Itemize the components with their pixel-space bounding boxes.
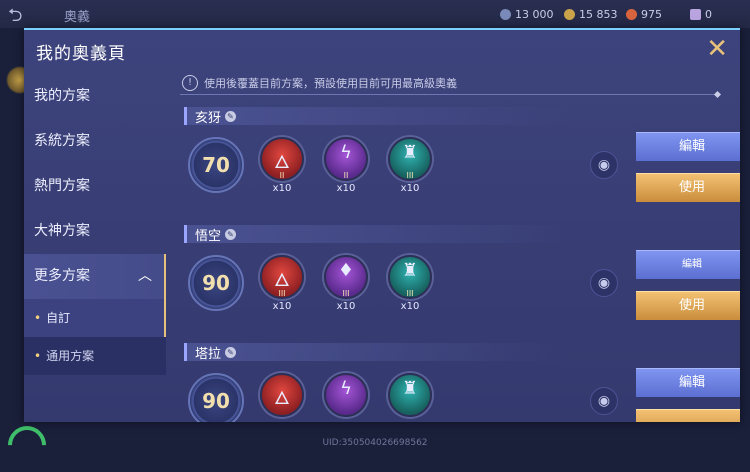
gem-icon xyxy=(500,9,511,20)
plan-card: 悟空 ✎ 90 🜂 III x10 ♦ III x10 ♜ III x10 ◉ 編輯 … xyxy=(184,225,740,343)
rune-quantity: x10 xyxy=(336,183,356,194)
sidebar-item-label: 我的方案 xyxy=(34,88,90,104)
sidebar-subitem-general[interactable]: • 通用方案 xyxy=(24,337,166,375)
rune-slot[interactable]: 🜂 III x10 xyxy=(252,255,312,312)
sidebar-subitem-label: 通用方案 xyxy=(46,349,95,363)
rune-slot[interactable]: ♦ III x10 xyxy=(316,255,376,312)
rune-quantity: x10 xyxy=(272,301,292,312)
level-badge: 70 xyxy=(188,137,244,193)
top-bar: ⮌ 奧義 13 000 15 853 975 0 xyxy=(0,0,750,28)
plan-header: 悟空 ✎ xyxy=(184,225,567,244)
notice-bar: ! 使用後覆蓋目前方案，預設使用目前可用最高級奧義 xyxy=(180,72,722,99)
figure-icon: ♜ III xyxy=(388,255,432,299)
sidebar-item-pro-plans[interactable]: 大神方案 xyxy=(24,209,166,254)
rune-quantity: x10 xyxy=(272,183,292,194)
plan-card: 塔拉 ✎ 90 🜂 ϟ ♜ ◉ 編輯 xyxy=(184,343,740,422)
sidebar-item-more-plans[interactable]: 更多方案 ︿ xyxy=(24,254,166,299)
rune-slot[interactable]: ♜ xyxy=(380,373,440,417)
rune-slot[interactable]: ♜ III x10 xyxy=(380,137,440,194)
figure-icon: ♜ III xyxy=(388,137,432,181)
eye-icon[interactable]: ◉ xyxy=(590,269,618,297)
rune-slot[interactable]: ϟ xyxy=(316,373,376,417)
sidebar-item-popular-plans[interactable]: 熱門方案 xyxy=(24,164,166,209)
lightning-icon: ϟ II xyxy=(324,137,368,181)
level-badge: 90 xyxy=(188,373,244,422)
sidebar-item-my-plans[interactable]: 我的方案 xyxy=(24,74,166,119)
lightning-icon: ϟ xyxy=(324,373,368,417)
currency-value: 0 xyxy=(705,8,712,21)
currency-value: 15 853 xyxy=(579,8,618,21)
level-badge: 90 xyxy=(188,255,244,311)
bullet-icon: • xyxy=(34,349,42,363)
bullet-icon: • xyxy=(34,311,42,325)
flame-icon: 🜂 II xyxy=(260,137,304,181)
figure-icon: ♜ xyxy=(388,373,432,417)
sidebar-item-label: 大神方案 xyxy=(34,223,90,239)
sidebar-item-label: 系統方案 xyxy=(34,133,90,149)
currency-value: 13 000 xyxy=(515,8,554,21)
sidebar-item-label: 熱門方案 xyxy=(34,178,90,194)
pencil-icon[interactable]: ✎ xyxy=(225,346,237,358)
use-button[interactable] xyxy=(636,409,740,422)
plan-header: 亥犽 ✎ xyxy=(184,107,567,126)
edit-button[interactable]: 編輯 xyxy=(636,250,740,279)
plan-name: 悟空 xyxy=(195,228,222,244)
rune-slot[interactable]: ϟ II x10 xyxy=(316,137,376,194)
drop-icon: ♦ III xyxy=(324,255,368,299)
flame-icon: 🜂 III xyxy=(260,255,304,299)
info-icon: ! xyxy=(182,75,198,91)
rune-slot[interactable]: 🜂 xyxy=(252,373,312,417)
sidebar-item-system-plans[interactable]: 系統方案 xyxy=(24,119,166,164)
diamond-icon xyxy=(626,9,637,20)
plan-name: 塔拉 xyxy=(195,346,222,362)
rune-quantity: x10 xyxy=(400,301,420,312)
rune-page-dialog: 我的奧義頁 ✕ 我的方案 系統方案 熱門方案 大神方案 更多方案 ︿ • 自訂 •… xyxy=(24,28,740,422)
plan-name: 亥犽 xyxy=(195,110,222,126)
eye-icon[interactable]: ◉ xyxy=(590,151,618,179)
close-icon[interactable]: ✕ xyxy=(706,36,728,62)
edit-button[interactable]: 編輯 xyxy=(636,132,740,161)
uid-text: UID:350504026698562 xyxy=(322,438,428,448)
dialog-title: 我的奧義頁 xyxy=(36,44,126,64)
rune-slot[interactable]: 🜂 II x10 xyxy=(252,137,312,194)
avatar xyxy=(0,60,26,100)
use-button[interactable]: 使用 xyxy=(636,173,740,202)
back-arrow-icon[interactable]: ⮌ xyxy=(8,3,22,33)
currency-diamond: 975 xyxy=(626,8,662,21)
divider-end-icon xyxy=(713,90,722,99)
pencil-icon[interactable]: ✎ xyxy=(225,228,237,240)
currency-value: 975 xyxy=(641,8,662,21)
rune-quantity: x10 xyxy=(336,301,356,312)
currency-gems: 13 000 xyxy=(500,8,554,21)
sidebar-item-label: 更多方案 xyxy=(34,268,90,284)
sidebar: 我的方案 系統方案 熱門方案 大神方案 更多方案 ︿ • 自訂 • 通用方案 xyxy=(24,74,166,375)
flame-icon: 🜂 xyxy=(260,373,304,417)
sidebar-subitem-label: 自訂 xyxy=(46,311,71,325)
currency-ticket: 0 xyxy=(690,8,712,21)
background-title: 奧義 xyxy=(64,10,91,25)
coin-icon xyxy=(564,9,575,20)
rune-slot[interactable]: ♜ III x10 xyxy=(380,255,440,312)
eye-icon[interactable]: ◉ xyxy=(590,387,618,415)
ticket-icon xyxy=(690,9,701,20)
use-button[interactable]: 使用 xyxy=(636,291,740,320)
pencil-icon[interactable]: ✎ xyxy=(225,110,237,122)
plan-header: 塔拉 ✎ xyxy=(184,343,567,362)
plan-card: 亥犽 ✎ 70 🜂 II x10 ϟ II x10 ♜ III x10 ◉ 編輯 使用 xyxy=(184,107,740,225)
currency-gold: 15 853 xyxy=(564,8,618,21)
chevron-up-icon: ︿ xyxy=(138,268,152,284)
edit-button[interactable]: 編輯 xyxy=(636,368,740,397)
rune-quantity: x10 xyxy=(400,183,420,194)
sidebar-subitem-custom[interactable]: • 自訂 xyxy=(24,299,166,337)
notice-text: 使用後覆蓋目前方案，預設使用目前可用最高級奧義 xyxy=(204,77,457,90)
